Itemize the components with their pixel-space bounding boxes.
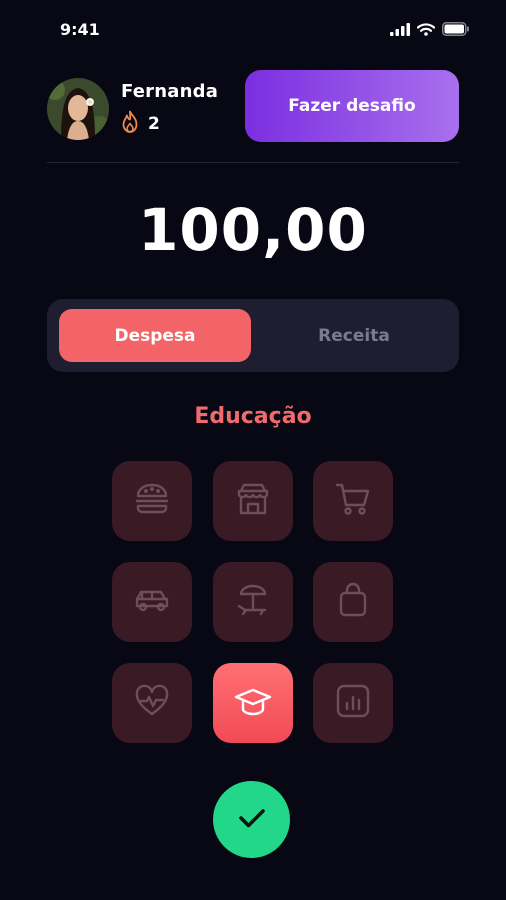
store-icon: [233, 479, 273, 523]
category-transport[interactable]: [112, 562, 192, 642]
signal-icon: [390, 21, 410, 40]
status-icons: [390, 21, 470, 40]
streak-count: 2: [148, 114, 160, 134]
chart-icon: [333, 681, 373, 725]
category-investments[interactable]: [313, 663, 393, 743]
avatar[interactable]: [47, 78, 109, 140]
status-bar: 9:41: [0, 0, 506, 62]
expense-tab[interactable]: Despesa: [59, 309, 251, 362]
income-tab[interactable]: Receita: [258, 309, 450, 362]
shopping-bag-icon: [333, 580, 373, 624]
category-health[interactable]: [112, 663, 192, 743]
beach-icon: [233, 580, 273, 624]
flame-icon: [120, 110, 140, 138]
transaction-type-toggle: Despesa Receita: [47, 299, 459, 372]
category-education[interactable]: [213, 663, 293, 743]
checkmark-icon: [235, 801, 269, 839]
status-time: 9:41: [60, 20, 100, 39]
health-icon: [132, 681, 172, 725]
battery-icon: [442, 21, 470, 40]
burger-icon: [132, 479, 172, 523]
graduation-cap-icon: [233, 681, 273, 725]
car-icon: [132, 580, 172, 624]
cart-icon: [333, 479, 373, 523]
category-leisure[interactable]: [213, 562, 293, 642]
challenge-button[interactable]: Fazer desafio: [245, 70, 459, 142]
category-food[interactable]: [112, 461, 192, 541]
wifi-icon: [416, 21, 436, 40]
category-shopping[interactable]: [313, 562, 393, 642]
amount-display[interactable]: 100,00: [0, 196, 506, 264]
header: Fernanda 2 Fazer desafio: [47, 70, 459, 142]
category-grid: [112, 461, 393, 744]
confirm-button[interactable]: [213, 781, 290, 858]
user-name: Fernanda: [121, 81, 219, 102]
category-groceries[interactable]: [313, 461, 393, 541]
category-store[interactable]: [213, 461, 293, 541]
streak: 2: [120, 110, 160, 138]
selected-category-label: Educação: [194, 404, 312, 429]
divider: [47, 162, 459, 163]
